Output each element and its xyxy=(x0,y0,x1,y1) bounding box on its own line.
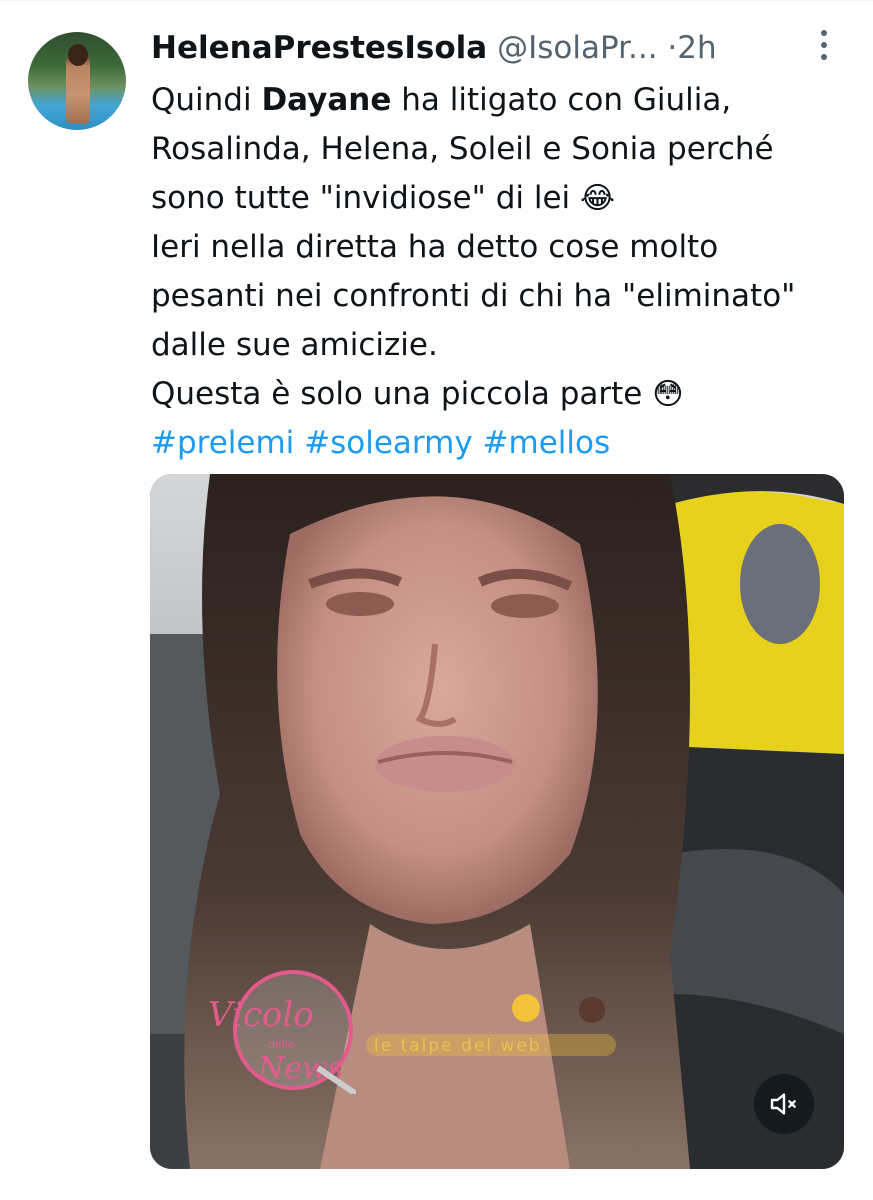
video-player[interactable] xyxy=(150,474,844,1169)
text-line-7: Questa è solo una piccola parte 😳 xyxy=(151,376,684,412)
hashtag-solearmy[interactable]: #solearmy xyxy=(304,425,473,461)
tweet-timestamp[interactable]: 2h xyxy=(677,30,716,66)
text-line-1: Quindi Dayane ha litigato con Giulia, xyxy=(151,82,732,118)
laughing-emoji-icon: 😂 xyxy=(580,181,616,216)
volume-muted-icon xyxy=(770,1093,796,1115)
text-line-5: pesanti nei confronti di chi ha "elimina… xyxy=(151,278,796,314)
mute-button[interactable] xyxy=(754,1074,814,1134)
tweet-header: HelenaPrestesIsola @IsolaPr... ·2h xyxy=(151,26,851,70)
author-handle[interactable]: @IsolaPr... xyxy=(497,30,657,66)
text-line-4: Ieri nella diretta ha detto cose molto xyxy=(151,229,719,265)
hashtags-line: #prelemi #solearmy #mellos xyxy=(151,419,851,468)
separator-dot: · xyxy=(667,30,678,66)
text-line-6: dalle sue amicizie. xyxy=(151,327,438,363)
top-divider xyxy=(0,0,873,1)
hashtag-mellos[interactable]: #mellos xyxy=(483,425,611,461)
text-line-3: sono tutte "invidiose" di lei 😂 xyxy=(151,180,616,216)
author-name[interactable]: HelenaPrestesIsola xyxy=(151,30,487,66)
hashtag-prelemi[interactable]: #prelemi xyxy=(151,425,294,461)
mention-bold: Dayane xyxy=(261,82,392,118)
text-line-2: Rosalinda, Helena, Soleil e Sonia perché xyxy=(151,131,774,167)
more-options-icon[interactable] xyxy=(818,30,830,66)
flushed-emoji-icon: 😳 xyxy=(652,377,684,412)
video-frame xyxy=(150,474,844,1169)
author-avatar[interactable] xyxy=(28,32,126,130)
tweet-text: Quindi Dayane ha litigato con Giulia, Ro… xyxy=(151,76,851,468)
avatar-head xyxy=(68,44,88,66)
